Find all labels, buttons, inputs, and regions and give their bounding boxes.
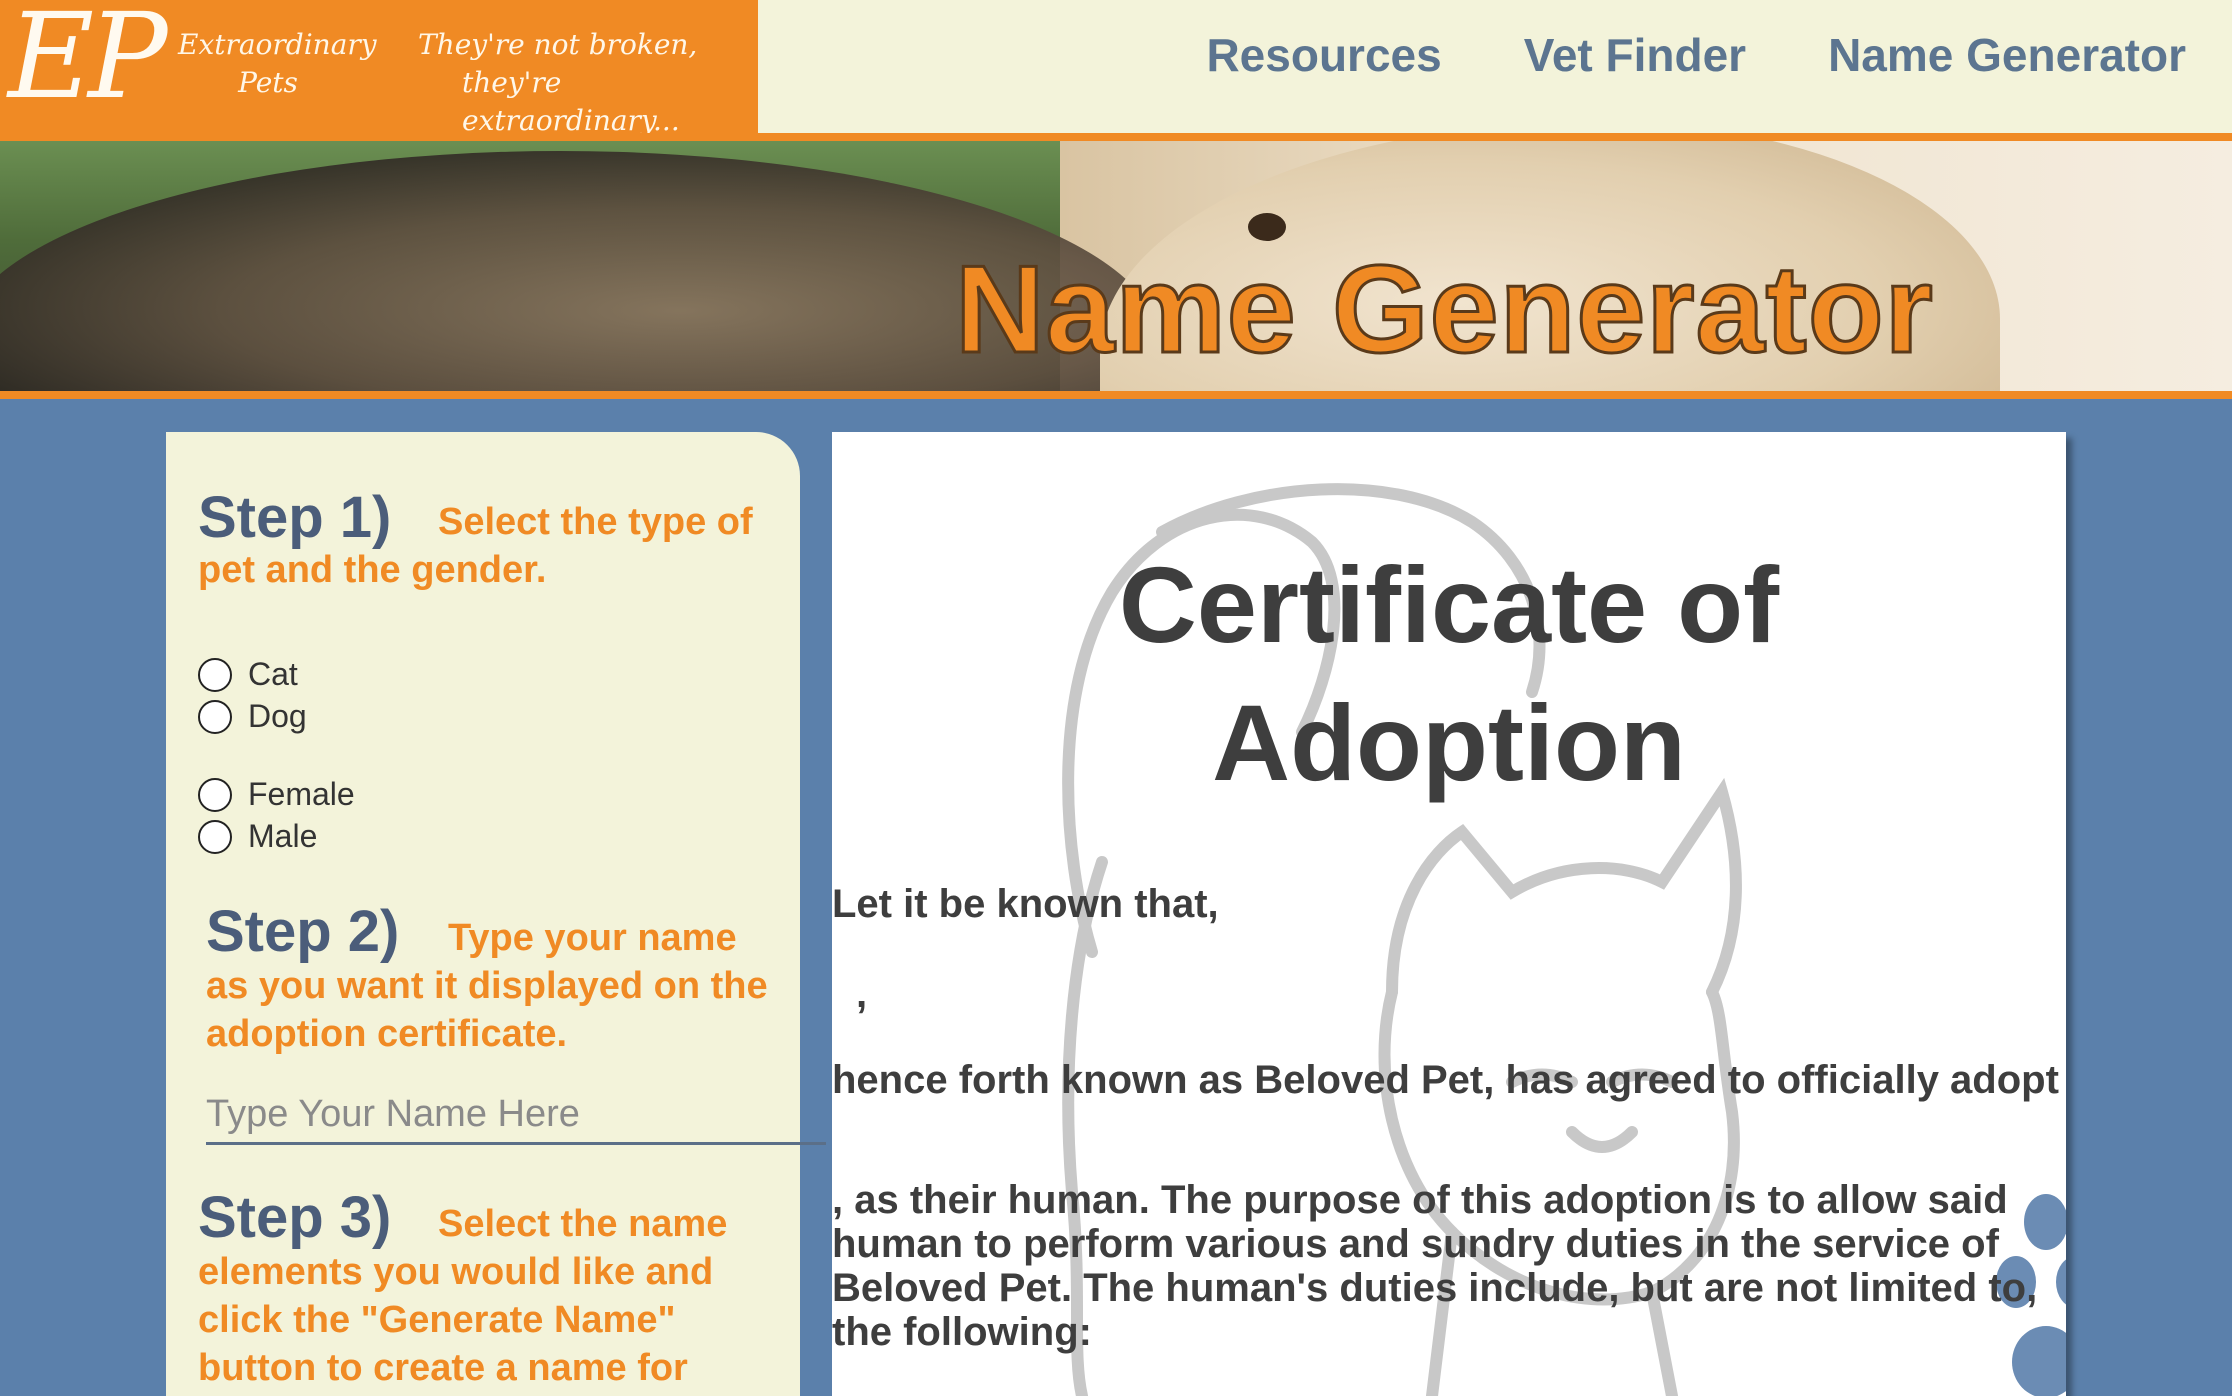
pet-type-cat-radio[interactable]: [198, 657, 232, 692]
adoption-certificate: Certificate of Adoption Let it be known …: [832, 432, 2066, 1396]
certificate-name-comma: ,: [856, 972, 868, 1016]
step1-description: Select the type of pet and the gender.: [198, 501, 753, 591]
gender-male-option[interactable]: Male: [198, 818, 317, 855]
certificate-title-line2: Adoption: [1212, 682, 1686, 803]
pet-type-dog-label: Dog: [248, 698, 307, 734]
certificate-title: Certificate of Adoption: [832, 536, 2066, 812]
brand-name-line1: Extraordinary: [178, 28, 377, 61]
logo-mark[interactable]: EP: [8, 0, 168, 122]
nav-link-resources[interactable]: Resources: [1206, 28, 1441, 82]
pet-type-dog-option[interactable]: Dog: [198, 698, 307, 735]
brand-block[interactable]: EP Extraordinary Pets They're not broken…: [0, 0, 758, 137]
tagline-line2: they're extraordinary...: [462, 66, 680, 137]
nav-link-name-generator[interactable]: Name Generator: [1828, 28, 2186, 82]
site-header: EP Extraordinary Pets They're not broken…: [0, 0, 2232, 137]
main-nav: Resources Vet Finder Name Generator: [1206, 28, 2186, 82]
gender-female-label: Female: [248, 776, 355, 812]
certificate-duties-paragraph: , as their human. The purpose of this ad…: [832, 1178, 2038, 1354]
steps-panel: Step 1) Select the type of pet and the g…: [166, 432, 826, 1396]
nav-link-vet-finder[interactable]: Vet Finder: [1524, 28, 1746, 82]
brand-name: Extraordinary Pets: [178, 26, 377, 102]
pet-type-cat-option[interactable]: Cat: [198, 656, 298, 693]
tagline-line1: They're not broken,: [418, 28, 698, 61]
pet-type-cat-label: Cat: [248, 656, 298, 692]
step2-description: Type your name as you want it displayed …: [206, 917, 768, 1055]
hero-banner: Name Generator: [0, 133, 2232, 399]
pet-type-dog-radio[interactable]: [198, 699, 232, 734]
name-input[interactable]: [206, 1086, 826, 1145]
step3-description: Select the name elements you would like …: [198, 1203, 728, 1389]
brand-name-line2: Pets: [238, 66, 298, 99]
gender-female-option[interactable]: Female: [198, 776, 355, 813]
gender-male-label: Male: [248, 818, 318, 854]
certificate-intro: Let it be known that,: [832, 882, 1219, 926]
brand-tagline: They're not broken, they're extraordinar…: [418, 26, 748, 140]
dog-eye: [1248, 213, 1286, 241]
page-title: Name Generator: [954, 240, 1935, 381]
certificate-title-line1: Certificate of: [1118, 544, 1780, 665]
gender-male-radio[interactable]: [198, 819, 232, 854]
gender-female-radio[interactable]: [198, 777, 232, 812]
certificate-adopt-line: hence forth known as Beloved Pet, has ag…: [832, 1058, 2059, 1102]
